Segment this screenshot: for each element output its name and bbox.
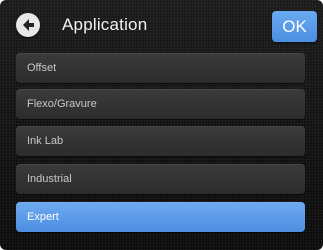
menu-item-flexo-gravure[interactable]: Flexo/Gravure (16, 89, 305, 119)
back-button[interactable] (16, 13, 40, 37)
menu-item-label: Expert (27, 211, 59, 223)
menu-item-label: Offset (27, 62, 57, 74)
menu-item-label: Flexo/Gravure (27, 98, 97, 110)
back-arrow-icon (23, 19, 34, 31)
menu-item-label: Ink Lab (27, 135, 64, 147)
menu-item-offset[interactable]: Offset (16, 53, 305, 83)
menu-item-label: Industrial (27, 173, 72, 185)
header-bar: Application OK (0, 0, 323, 52)
menu-item-ink-lab[interactable]: Ink Lab (16, 126, 305, 156)
application-screen: Application OK Offset Flexo/Gravure Ink … (0, 0, 323, 250)
page-title: Application (62, 15, 148, 34)
menu-item-industrial[interactable]: Industrial (16, 164, 305, 194)
menu-item-expert[interactable]: Expert (16, 202, 305, 232)
ok-button[interactable]: OK (272, 11, 317, 42)
